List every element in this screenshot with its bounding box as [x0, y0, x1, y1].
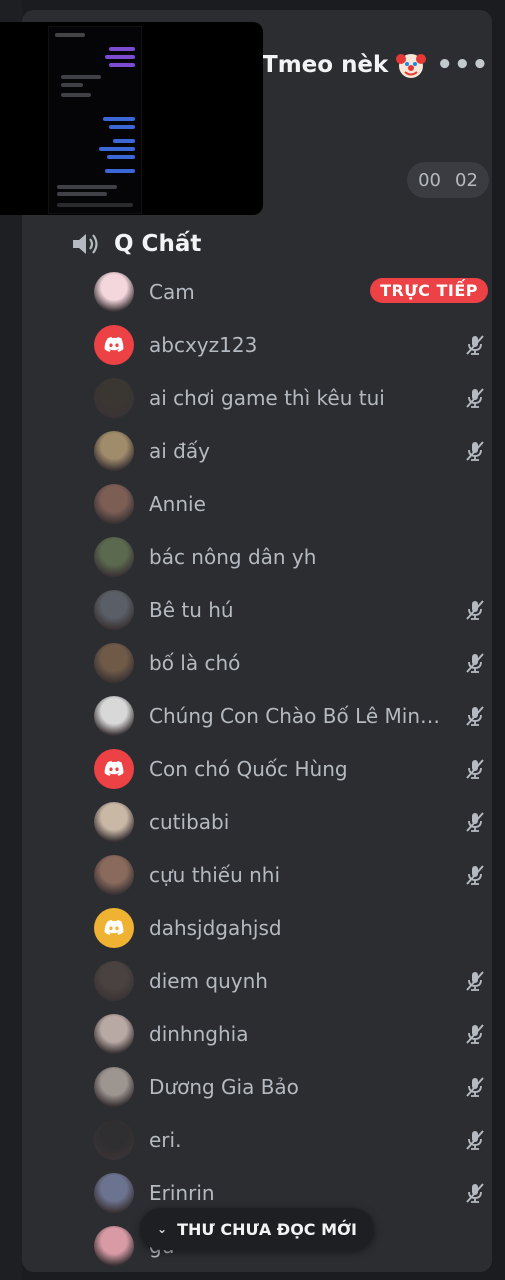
- voice-member[interactable]: Cam TRỰC TIẾP: [94, 270, 492, 314]
- avatar: [94, 1173, 134, 1213]
- voice-member[interactable]: Annie: [94, 482, 492, 526]
- avatar: [94, 749, 134, 789]
- member-name: Con chó Quốc Hùng: [149, 757, 348, 781]
- member-name: bác nông dân yh: [149, 545, 317, 569]
- mic-muted-icon: [464, 599, 486, 621]
- member-name: dinhnghia: [149, 1022, 249, 1046]
- member-name: dahsjdgahjsd: [149, 916, 282, 940]
- avatar: [94, 961, 134, 1001]
- more-options-icon[interactable]: •••: [436, 52, 489, 78]
- timer-right: 02: [455, 169, 478, 191]
- member-name: diem quynh: [149, 969, 268, 993]
- avatar: [94, 1120, 134, 1160]
- avatar: [94, 431, 134, 471]
- avatar: [94, 855, 134, 895]
- voice-member[interactable]: Dương Gia Bảo: [94, 1065, 492, 1109]
- member-name: Annie: [149, 492, 206, 516]
- chevron-down-icon: ⌄: [157, 1222, 168, 1236]
- stream-preview-screen: [48, 26, 142, 214]
- avatar: [94, 484, 134, 524]
- member-name: eri.: [149, 1128, 182, 1152]
- member-name: bố là chó: [149, 651, 241, 675]
- avatar: [94, 908, 134, 948]
- avatar: [94, 325, 134, 365]
- mic-muted-icon: [464, 1129, 486, 1151]
- voice-member[interactable]: eri.: [94, 1118, 492, 1162]
- member-name: Dương Gia Bảo: [149, 1075, 299, 1099]
- server-header[interactable]: Tmeo nèk •••: [262, 40, 492, 90]
- live-badge: TRỰC TIẾP: [370, 278, 488, 303]
- voice-member[interactable]: ai đấy: [94, 429, 492, 473]
- member-name: abcxyz123: [149, 333, 258, 357]
- voice-member[interactable]: abcxyz123: [94, 323, 492, 367]
- voice-member[interactable]: Chúng Con Chào Bố Lê Minh Phú: [94, 694, 492, 738]
- mic-muted-icon: [464, 652, 486, 674]
- channel-name: Q Chất: [114, 231, 202, 257]
- member-name: Bê tu hú: [149, 598, 234, 622]
- speaker-icon: [73, 234, 98, 254]
- mic-muted-icon: [464, 1182, 486, 1204]
- mic-muted-icon: [464, 705, 486, 727]
- avatar: [94, 272, 134, 312]
- server-name: Tmeo nèk: [262, 52, 389, 78]
- mic-muted-icon: [464, 970, 486, 992]
- avatar: [94, 802, 134, 842]
- avatar: [94, 1014, 134, 1054]
- voice-member[interactable]: dahsjdgahjsd: [94, 906, 492, 950]
- voice-member[interactable]: dinhnghia: [94, 1012, 492, 1056]
- voice-member[interactable]: ai chơi game thì kêu tui: [94, 376, 492, 420]
- mic-muted-icon: [464, 334, 486, 356]
- avatar: [94, 590, 134, 630]
- timer-left: 00: [418, 169, 441, 191]
- avatar: [94, 537, 134, 577]
- clown-emoji-icon: [396, 54, 427, 78]
- member-name: Chúng Con Chào Bố Lê Minh Phú: [149, 704, 449, 728]
- avatar: [94, 643, 134, 683]
- mic-muted-icon: [464, 758, 486, 780]
- member-name: Cam: [149, 280, 195, 304]
- avatar: [94, 1226, 134, 1266]
- member-name: cựu thiếu nhi: [149, 863, 281, 887]
- stream-timer: 00 02: [407, 162, 489, 198]
- voice-member[interactable]: Bê tu hú: [94, 588, 492, 632]
- mic-muted-icon: [464, 864, 486, 886]
- unread-banner-label: THƯ CHƯA ĐỌC MỚI: [177, 1219, 357, 1239]
- new-unread-messages-button[interactable]: ⌄ THƯ CHƯA ĐỌC MỚI: [140, 1208, 374, 1250]
- mic-muted-icon: [464, 440, 486, 462]
- voice-channel-q-chat[interactable]: Q Chất: [70, 224, 201, 264]
- stream-preview[interactable]: [0, 22, 263, 215]
- voice-member[interactable]: Con chó Quốc Hùng: [94, 747, 492, 791]
- avatar: [94, 696, 134, 736]
- mic-muted-icon: [464, 1023, 486, 1045]
- mic-muted-icon: [464, 811, 486, 833]
- member-name: ai đấy: [149, 439, 210, 463]
- member-name: ai chơi game thì kêu tui: [149, 386, 385, 410]
- voice-member[interactable]: cutibabi: [94, 800, 492, 844]
- voice-member[interactable]: bố là chó: [94, 641, 492, 685]
- mic-muted-icon: [464, 1076, 486, 1098]
- voice-member[interactable]: cựu thiếu nhi: [94, 853, 492, 897]
- mic-muted-icon: [464, 387, 486, 409]
- member-name: cutibabi: [149, 810, 230, 834]
- voice-member[interactable]: bác nông dân yh: [94, 535, 492, 579]
- avatar: [94, 1067, 134, 1107]
- voice-member[interactable]: diem quynh: [94, 959, 492, 1003]
- member-name: Erinrin: [149, 1181, 215, 1205]
- avatar: [94, 378, 134, 418]
